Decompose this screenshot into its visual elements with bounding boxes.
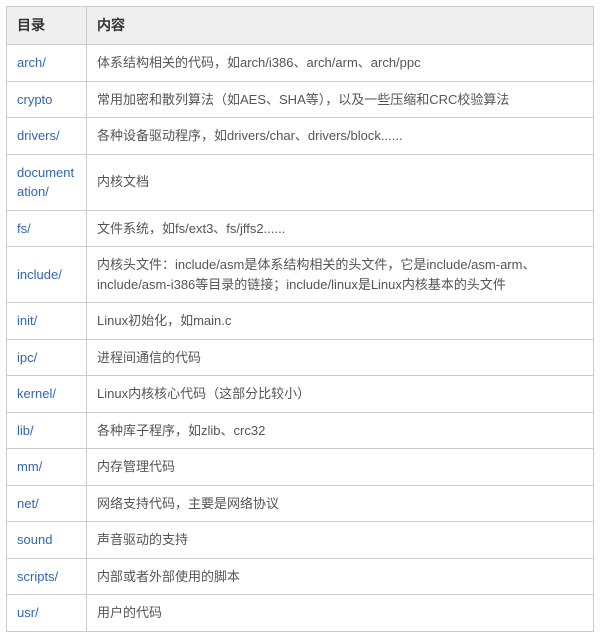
content-cell: 体系结构相关的代码，如arch/i386、arch/arm、arch/ppc [87,45,594,82]
table-row: kernel/Linux内核核心代码（这部分比较小） [7,376,594,413]
header-row: 目录 内容 [7,7,594,45]
content-cell: 内部或者外部使用的脚本 [87,558,594,595]
content-cell: 内存管理代码 [87,449,594,486]
dir-cell: crypto [7,81,87,118]
directory-table: 目录 内容 arch/体系结构相关的代码，如arch/i386、arch/arm… [6,6,594,632]
dir-cell: kernel/ [7,376,87,413]
dir-cell: include/ [7,247,87,303]
dir-cell: drivers/ [7,118,87,155]
table-row: include/内核头文件：include/asm是体系结构相关的头文件，它是i… [7,247,594,303]
content-cell: 进程间通信的代码 [87,339,594,376]
table-row: crypto常用加密和散列算法（如AES、SHA等），以及一些压缩和CRC校验算… [7,81,594,118]
dir-cell: scripts/ [7,558,87,595]
content-cell: Linux初始化，如main.c [87,303,594,340]
dir-cell: fs/ [7,210,87,247]
table-row: net/网络支持代码，主要是网络协议 [7,485,594,522]
dir-cell: arch/ [7,45,87,82]
dir-cell: net/ [7,485,87,522]
dir-cell: sound [7,522,87,559]
content-cell: Linux内核核心代码（这部分比较小） [87,376,594,413]
table-row: init/Linux初始化，如main.c [7,303,594,340]
table-row: fs/文件系统，如fs/ext3、fs/jffs2...... [7,210,594,247]
content-cell: 网络支持代码，主要是网络协议 [87,485,594,522]
table-row: arch/体系结构相关的代码，如arch/i386、arch/arm、arch/… [7,45,594,82]
dir-cell: ipc/ [7,339,87,376]
content-cell: 内核文档 [87,154,594,210]
table-row: scripts/内部或者外部使用的脚本 [7,558,594,595]
dir-cell: usr/ [7,595,87,632]
content-cell: 用户的代码 [87,595,594,632]
table-row: documentation/内核文档 [7,154,594,210]
table-row: drivers/各种设备驱动程序，如drivers/char、drivers/b… [7,118,594,155]
content-cell: 各种库子程序，如zlib、crc32 [87,412,594,449]
content-cell: 文件系统，如fs/ext3、fs/jffs2...... [87,210,594,247]
table-row: ipc/进程间通信的代码 [7,339,594,376]
table-row: sound声音驱动的支持 [7,522,594,559]
content-cell: 各种设备驱动程序，如drivers/char、drivers/block....… [87,118,594,155]
dir-cell: documentation/ [7,154,87,210]
table-row: mm/内存管理代码 [7,449,594,486]
header-dir: 目录 [7,7,87,45]
dir-cell: lib/ [7,412,87,449]
table-row: lib/各种库子程序，如zlib、crc32 [7,412,594,449]
content-cell: 常用加密和散列算法（如AES、SHA等），以及一些压缩和CRC校验算法 [87,81,594,118]
content-cell: 内核头文件：include/asm是体系结构相关的头文件，它是include/a… [87,247,594,303]
content-cell: 声音驱动的支持 [87,522,594,559]
dir-cell: init/ [7,303,87,340]
table-row: usr/用户的代码 [7,595,594,632]
header-content: 内容 [87,7,594,45]
dir-cell: mm/ [7,449,87,486]
